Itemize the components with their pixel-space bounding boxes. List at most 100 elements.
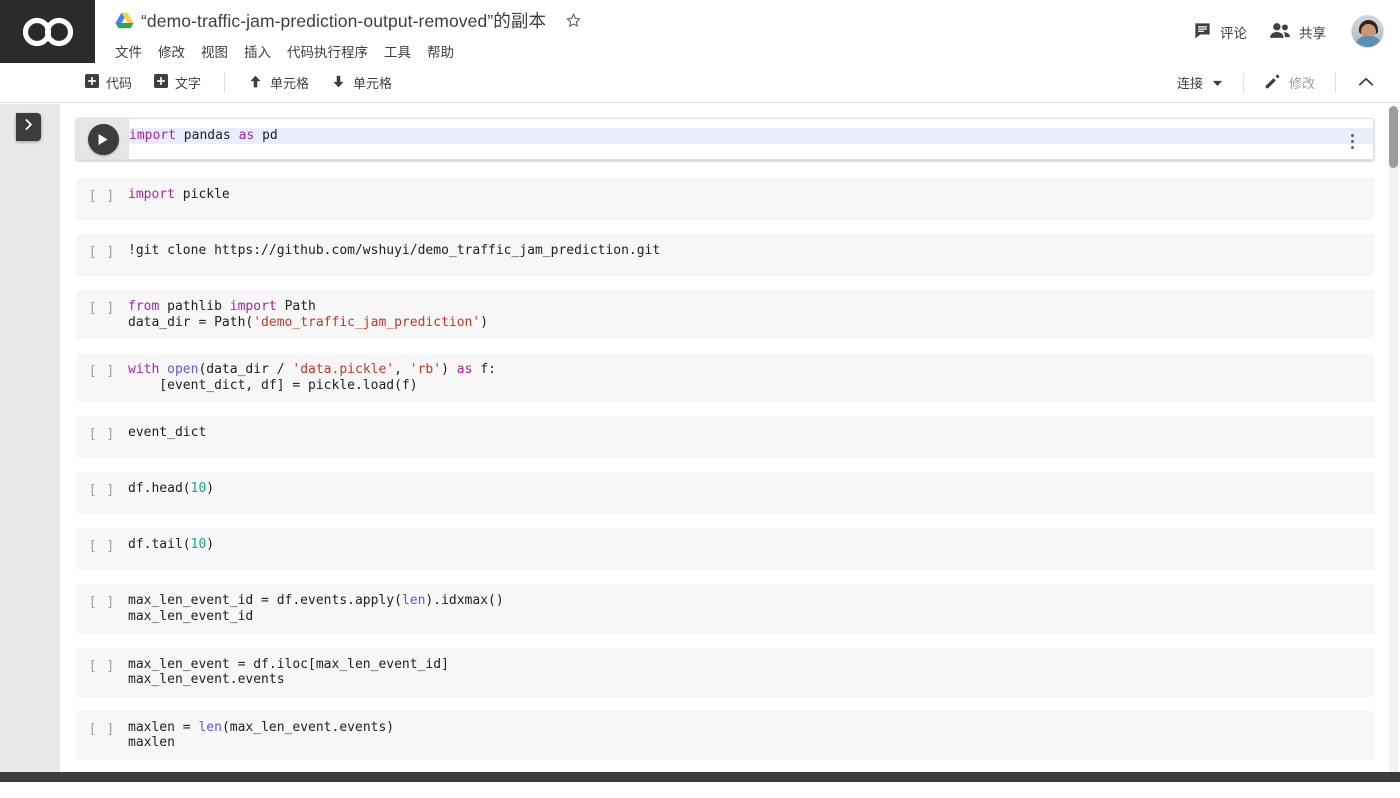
toolbar-right-group: 连接 修改 [1167, 68, 1400, 98]
code-token: with [128, 362, 168, 378]
cell-gutter: [ ] [76, 528, 128, 570]
code-token: import [128, 187, 183, 202]
code-line: df.head(10) [128, 481, 1374, 497]
move-cell-up-button[interactable]: 单元格 [239, 69, 318, 96]
code-token: open [167, 362, 199, 378]
chevron-right-icon [23, 118, 34, 136]
code-token: max_len_event_id [128, 608, 254, 624]
user-avatar[interactable] [1351, 15, 1384, 48]
code-token: 'rb' [409, 362, 442, 378]
cell-prompt: [ ] [88, 301, 116, 316]
cell-code-editor[interactable]: maxlen = len(max_len_event.events) maxlen [128, 711, 1374, 760]
edit-label: 修改 [1288, 76, 1315, 91]
menu-item-tools[interactable]: 工具 [384, 41, 411, 61]
toolbar-divider [1242, 72, 1244, 93]
code-cell[interactable]: import pandas as pd [76, 118, 1374, 160]
code-token: len [198, 719, 222, 735]
cell-prompt: [ ] [88, 595, 116, 611]
code-token: as [456, 362, 481, 378]
cell-prompt: [ ] [88, 539, 116, 555]
notebook-scroll-area[interactable]: import pandas as pd [ ] import pickle [ ] !g… [60, 104, 1390, 776]
more-vert-icon [1350, 133, 1354, 149]
star-icon[interactable] [565, 12, 582, 29]
cell-gutter: [ ] [76, 178, 128, 220]
cell-code-editor[interactable]: df.head(10) [128, 472, 1374, 514]
menu-item-insert[interactable]: 插入 [244, 41, 271, 61]
arrow-down-icon [331, 74, 346, 92]
run-cell-button[interactable] [87, 123, 119, 155]
cell-code-editor[interactable]: max_len_event_id = df.events.apply(len).… [128, 584, 1374, 633]
comment-icon [1193, 21, 1212, 43]
add-code-cell-button[interactable]: 代码 [76, 69, 141, 96]
share-label: 共享 [1299, 25, 1326, 41]
collapse-toolbar-button[interactable] [1346, 69, 1386, 97]
add-text-cell-label: 文字 [175, 76, 202, 91]
share-button[interactable]: 共享 [1258, 14, 1337, 50]
code-token: ).idxmax() [425, 593, 504, 609]
connect-button[interactable]: 连接 [1167, 68, 1233, 97]
cell-code-editor[interactable]: from pathlib import Path data_dir = Path(… [128, 290, 1374, 339]
toolbar-divider [1335, 72, 1336, 93]
code-line: df.tail(10) [128, 537, 1374, 553]
code-cell[interactable]: [ ] !git clone https://github.com/wshuyi/… [76, 234, 1374, 276]
code-line: max_len_event_id [128, 609, 1374, 625]
menu-item-edit[interactable]: 修改 [158, 41, 185, 61]
code-cell[interactable]: [ ] df.head(10) [76, 472, 1374, 515]
menu-item-help[interactable]: 帮助 [427, 41, 454, 61]
code-token: (data_dir / [198, 362, 293, 378]
code-cell[interactable]: [ ] maxlen = len(max_len_event.events) max… [76, 710, 1374, 760]
cell-code-editor[interactable]: df.tail(10) [128, 528, 1374, 570]
cell-gutter: [ ] [76, 234, 128, 276]
cell-more-menu-button[interactable] [1339, 128, 1365, 154]
cell-gutter: [ ] [76, 711, 128, 760]
code-cell[interactable]: [ ] df.tail(10) [76, 528, 1374, 571]
code-token: 10 [190, 481, 207, 497]
comment-button[interactable]: 评论 [1182, 14, 1258, 50]
cell-code-editor[interactable]: import pandas as pd [129, 119, 1373, 159]
menu-bar: 文件 修改 视图 插入 代码执行程序 工具 帮助 [115, 38, 1182, 64]
code-token: df.tail( [128, 537, 191, 553]
code-token: as [238, 128, 263, 143]
code-token: max_len_event.events [128, 672, 285, 688]
comment-label: 评论 [1220, 25, 1247, 41]
cell-prompt: [ ] [88, 427, 116, 443]
code-cell[interactable]: [ ] max_len_event = df.iloc[max_len_event… [76, 647, 1374, 697]
code-cell[interactable]: [ ] event_dict [76, 416, 1374, 459]
cell-prompt: [ ] [88, 721, 116, 737]
code-line: !git clone https://github.com/wshuyi/dem… [128, 243, 1374, 259]
code-cell[interactable]: [ ] with open(data_dir / 'data.pickle', '… [76, 353, 1374, 403]
colab-logo[interactable] [0, 0, 95, 63]
move-cell-down-label: 单元格 [353, 76, 393, 91]
vertical-scrollbar[interactable] [1389, 106, 1398, 774]
people-icon [1269, 21, 1291, 43]
cell-prompt: [ ] [88, 189, 116, 204]
code-token: 10 [190, 537, 207, 553]
cell-code-editor[interactable]: event_dict [128, 416, 1374, 458]
move-cell-down-button[interactable]: 单元格 [322, 69, 401, 96]
code-token: data_dir = Path( [128, 314, 254, 330]
code-token: len [401, 593, 426, 609]
cell-code-editor[interactable]: !git clone https://github.com/wshuyi/dem… [128, 234, 1374, 276]
menu-item-view[interactable]: 视图 [201, 41, 228, 61]
menu-item-runtime[interactable]: 代码执行程序 [287, 41, 368, 61]
add-code-cell-label: 代码 [106, 76, 133, 91]
scrollbar-thumb[interactable] [1389, 106, 1398, 168]
code-line: import pickle [128, 187, 1374, 203]
code-cell[interactable]: [ ] import pickle [76, 178, 1374, 220]
move-cell-up-label: 单元格 [270, 76, 310, 91]
document-title[interactable]: “demo-traffic-jam-prediction-output-remo… [141, 8, 546, 33]
code-line: maxlen [128, 735, 1374, 751]
edit-button[interactable]: 修改 [1254, 68, 1325, 98]
cell-code-editor[interactable]: with open(data_dir / 'data.pickle', 'rb'… [128, 353, 1374, 402]
menu-item-file[interactable]: 文件 [115, 41, 142, 61]
code-line: import pandas as pd [129, 128, 1373, 144]
add-text-cell-button[interactable]: 文字 [145, 69, 210, 96]
code-cell[interactable]: [ ] from pathlib import Path data_dir = Pa… [76, 290, 1374, 340]
code-token: (max_len_event.events) [221, 719, 395, 735]
sidebar-toggle-button[interactable] [16, 113, 41, 141]
cell-code-editor[interactable]: max_len_event = df.iloc[max_len_event_id… [128, 648, 1374, 697]
code-cell[interactable]: [ ] max_len_event_id = df.events.apply(le… [76, 584, 1374, 634]
cell-code-editor[interactable]: import pickle [128, 178, 1374, 220]
cell-gutter: [ ] [76, 648, 128, 697]
code-token: , [394, 362, 410, 378]
